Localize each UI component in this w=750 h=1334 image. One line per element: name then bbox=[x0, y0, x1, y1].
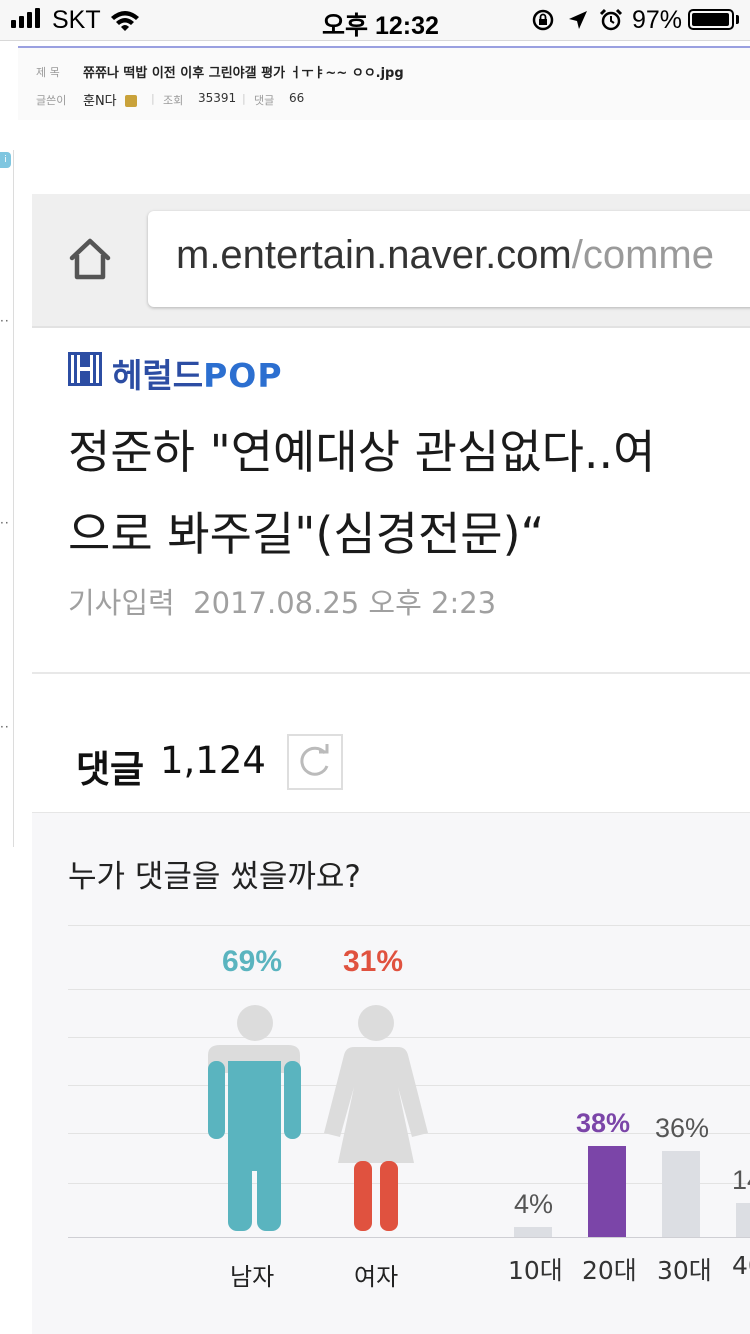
comments-total: 1,124 bbox=[160, 739, 266, 782]
alarm-icon bbox=[599, 8, 623, 31]
battery-icon bbox=[688, 9, 734, 30]
sidebar-dots: ·· bbox=[0, 720, 10, 734]
comments-label: 댓글 bbox=[254, 94, 275, 107]
sidebar-dots: ·· bbox=[0, 516, 10, 530]
home-icon[interactable] bbox=[66, 236, 114, 282]
age-label-20s: 20대 bbox=[582, 1256, 637, 1285]
female-figure-icon bbox=[324, 1005, 428, 1231]
refresh-icon bbox=[300, 744, 329, 776]
age-bar-10s bbox=[514, 1227, 552, 1237]
age-pct-30s: 36% bbox=[655, 1113, 710, 1143]
info-badge[interactable]: i bbox=[0, 152, 11, 168]
lock-icon bbox=[125, 95, 137, 107]
separator: | bbox=[151, 92, 155, 105]
publisher-logo: 헤럴드POP bbox=[112, 349, 283, 397]
male-percent: 69% bbox=[222, 945, 283, 978]
male-figure-icon bbox=[208, 1005, 301, 1231]
comment-stats-panel: 누가 댓글을 썼을까요? 69% 31% 남자 여자 4% 38% 36% 1 … bbox=[32, 812, 750, 1334]
author-name[interactable]: 훈N다 bbox=[83, 90, 117, 109]
url-field[interactable]: m.entertain.naver.com/comme bbox=[148, 211, 750, 307]
logo-wordmark: 헤럴드 bbox=[112, 356, 204, 395]
signal-icon bbox=[11, 0, 51, 40]
browser-url-bar: m.entertain.naver.com/comme bbox=[32, 194, 750, 328]
herald-logo-icon bbox=[68, 352, 102, 386]
post-header: 제 목 쮸쮸나 떡밥 이전 이후 그린야갤 평가 ㅓㅜㅑ~~ ㅇㅇ.jpg 글쓴… bbox=[18, 48, 750, 120]
age-bar-40s bbox=[736, 1203, 750, 1237]
stats-title: 누가 댓글을 썼을까요? bbox=[68, 859, 361, 895]
article-date: 기사입력 2017.08.25 오후 2:23 bbox=[68, 580, 496, 622]
logo-pop: POP bbox=[203, 356, 283, 395]
age-label-30s: 30대 bbox=[657, 1256, 712, 1285]
url-path: /comme bbox=[571, 233, 714, 277]
age-pct-10s: 4% bbox=[514, 1189, 554, 1219]
age-bar-30s bbox=[662, 1151, 700, 1237]
sidebar-strip bbox=[0, 150, 14, 847]
age-bar-20s bbox=[588, 1146, 626, 1237]
comments-count: 66 bbox=[289, 91, 305, 105]
status-bar: SKT 오후 12:32 97% bbox=[0, 0, 750, 41]
battery-percent: 97% bbox=[632, 6, 683, 34]
embedded-screenshot: m.entertain.naver.com/comme 헤럴드POP 정준하 "… bbox=[32, 194, 750, 1334]
age-pct-20s: 38% bbox=[576, 1108, 631, 1138]
wifi-icon bbox=[111, 11, 139, 31]
date-label: 기사입력 bbox=[68, 586, 175, 620]
date-value: 2017.08.25 오후 2:23 bbox=[193, 586, 497, 620]
separator: | bbox=[242, 92, 246, 105]
refresh-button[interactable] bbox=[287, 734, 343, 790]
age-label-40s: 40 bbox=[732, 1251, 750, 1280]
article-headline: 정준하 "연예대상 관심없다..여 bbox=[68, 425, 656, 479]
male-label: 남자 bbox=[230, 1263, 275, 1291]
age-pct-40s: 14 bbox=[732, 1165, 750, 1195]
url-host: m.entertain.naver.com bbox=[176, 233, 572, 277]
female-percent: 31% bbox=[343, 945, 404, 978]
post-title[interactable]: 쮸쮸나 떡밥 이전 이후 그린야갤 평가 ㅓㅜㅑ~~ ㅇㅇ.jpg bbox=[83, 62, 404, 81]
views-label: 조회 bbox=[163, 94, 184, 107]
location-arrow-icon bbox=[569, 11, 587, 29]
female-label: 여자 bbox=[354, 1263, 399, 1291]
age-label-10s: 10대 bbox=[508, 1256, 563, 1285]
title-label: 제 목 bbox=[36, 66, 60, 79]
carrier-name: SKT bbox=[52, 6, 101, 34]
author-label: 글쓴이 bbox=[36, 94, 67, 107]
rotation-lock-icon bbox=[532, 9, 554, 31]
clock-time: 오후 12:32 bbox=[322, 12, 439, 40]
divider bbox=[32, 672, 750, 674]
battery-cap bbox=[736, 15, 739, 24]
article-headline: 으로 봐주길"(심경전문)“ bbox=[68, 507, 545, 561]
url-text: m.entertain.naver.com/comme bbox=[176, 233, 714, 278]
sidebar-dots: ·· bbox=[0, 314, 10, 328]
comments-heading: 댓글 bbox=[76, 748, 145, 791]
views-count: 35391 bbox=[198, 91, 237, 105]
age-chart: 4% 38% 36% 14 10대 20대 30대 40 bbox=[492, 813, 750, 1334]
